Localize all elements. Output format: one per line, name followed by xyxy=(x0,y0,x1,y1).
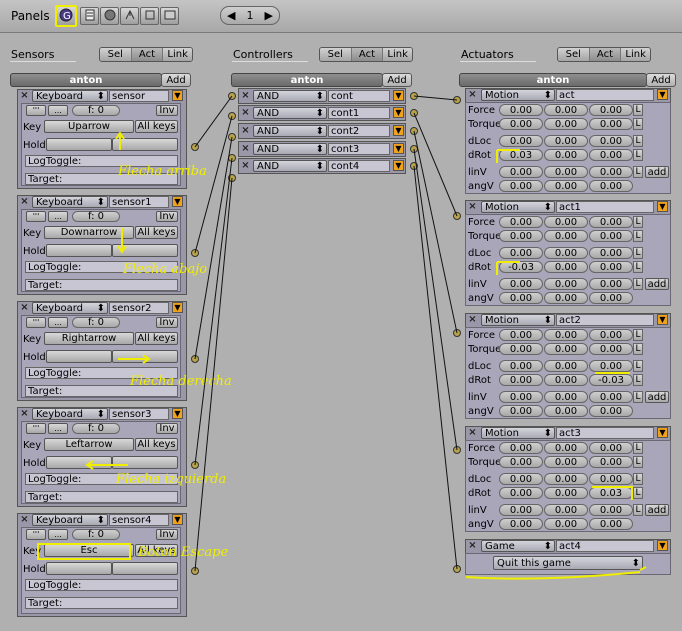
drot-highlight xyxy=(496,261,520,275)
controller-actuator-wire xyxy=(413,148,458,451)
controller-actuator-wire xyxy=(413,165,458,570)
annotation-arrow-down xyxy=(117,228,127,254)
sensor-controller-wire xyxy=(194,177,233,572)
quit-highlight xyxy=(465,566,647,580)
controller-actuator-wire xyxy=(413,95,458,101)
sensor-controller-wire xyxy=(194,157,233,466)
sensor-controller-wire xyxy=(194,95,233,148)
sensor-controller-wire xyxy=(194,136,233,360)
esc-key-highlight xyxy=(37,543,131,560)
annotation-arrow-up xyxy=(115,131,125,150)
annotation-arrow-right xyxy=(118,354,151,364)
drot-highlight xyxy=(496,149,520,163)
controller-actuator-wire xyxy=(413,112,458,217)
drot-highlight xyxy=(592,486,633,500)
annotation-arrow-left xyxy=(85,460,128,470)
logic-connections xyxy=(37,95,647,580)
